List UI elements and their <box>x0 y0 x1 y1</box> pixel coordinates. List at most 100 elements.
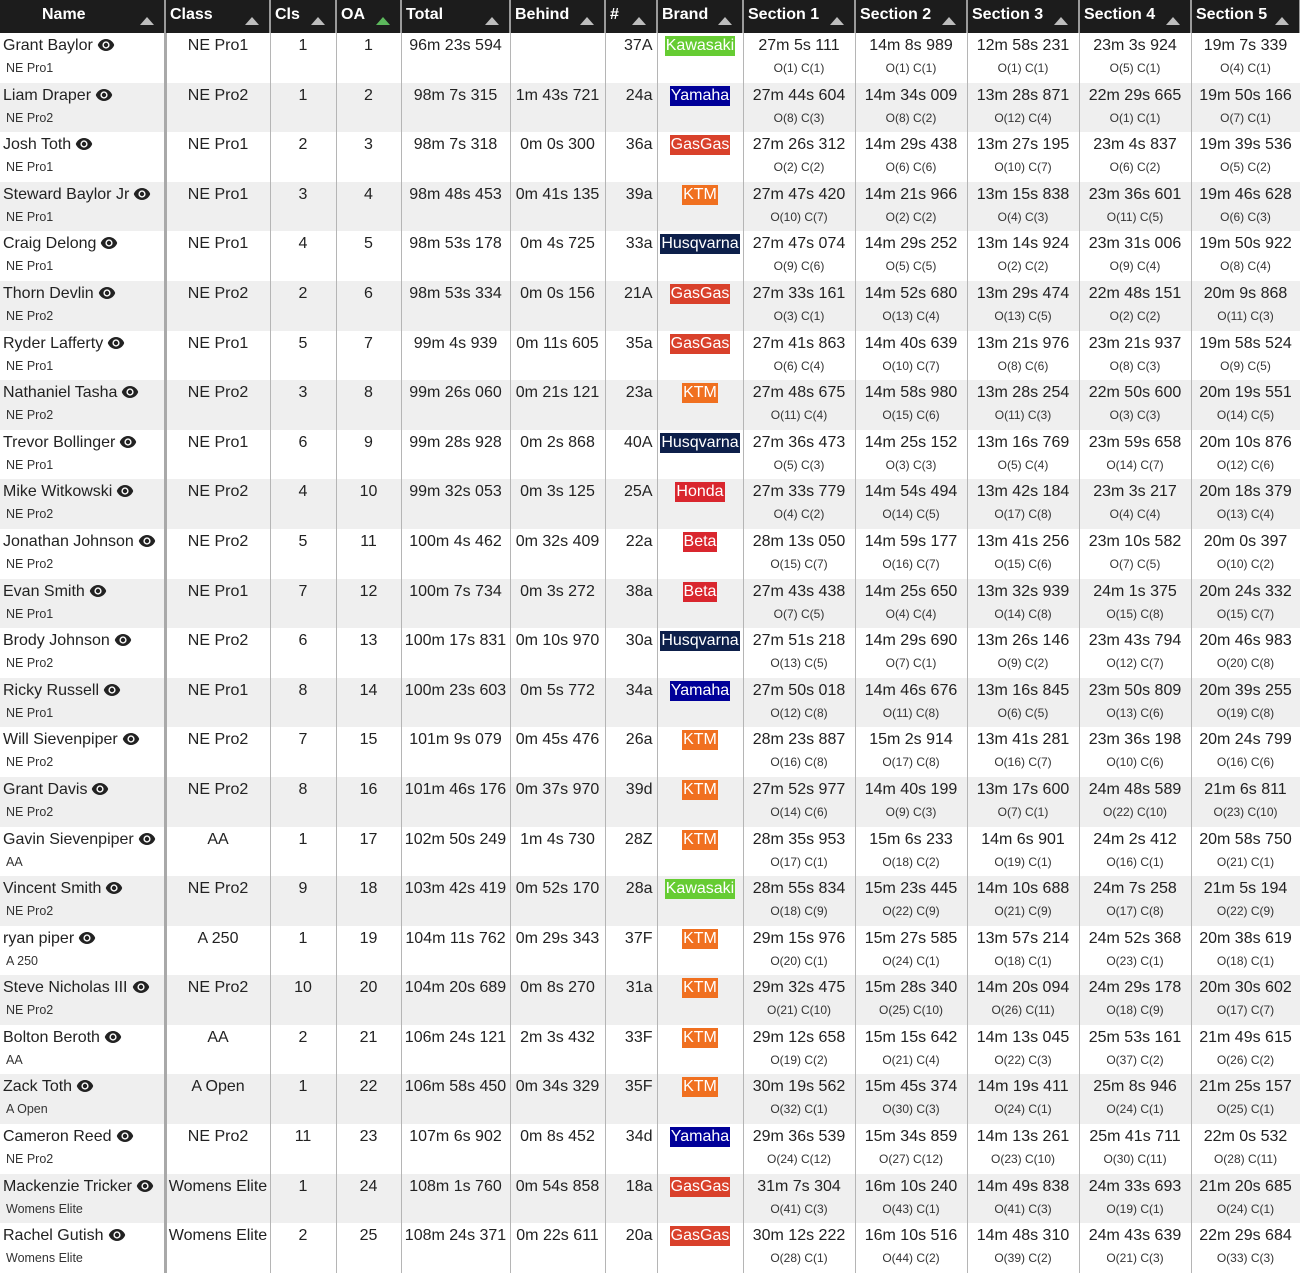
table-row[interactable]: ryan piper A 250 A 250 1 19 104m 11s 762… <box>0 925 1300 976</box>
column-header-brand[interactable]: Brand <box>657 0 744 33</box>
sort-arrow-icon[interactable] <box>830 17 844 25</box>
sort-arrow-icon[interactable] <box>140 17 154 25</box>
sort-arrow-icon[interactable] <box>245 17 259 25</box>
column-header-s5[interactable]: Section 5 <box>1191 0 1300 33</box>
rider-name[interactable]: Bolton Beroth <box>3 1029 100 1046</box>
rider-name[interactable]: Evan Smith <box>3 583 85 600</box>
table-row[interactable]: Cameron Reed NE Pro2 NE Pro2 11 23 107m … <box>0 1124 1300 1174</box>
sort-arrow-icon[interactable] <box>311 17 325 25</box>
rider-name[interactable]: Mike Witkowski <box>3 483 112 500</box>
rider-name[interactable]: Cameron Reed <box>3 1128 112 1145</box>
eye-icon[interactable] <box>76 1076 94 1093</box>
column-header-s4[interactable]: Section 4 <box>1079 0 1192 33</box>
eye-icon[interactable] <box>103 680 121 696</box>
sort-arrow-icon[interactable] <box>718 17 732 25</box>
eye-icon[interactable] <box>105 878 123 895</box>
table-row[interactable]: Trevor Bollinger NE Pro1 NE Pro1 6 9 99m… <box>0 429 1300 480</box>
eye-icon[interactable] <box>107 333 125 349</box>
eye-icon[interactable] <box>108 1225 126 1242</box>
eye-icon[interactable] <box>97 35 115 51</box>
rider-name[interactable]: Mackenzie Tricker <box>3 1178 132 1195</box>
table-row[interactable]: Brody Johnson NE Pro2 NE Pro2 6 13 100m … <box>0 628 1300 678</box>
column-header-total[interactable]: Total <box>401 0 511 33</box>
sort-arrow-icon[interactable] <box>1166 17 1180 25</box>
column-header-class[interactable]: Class <box>165 0 271 33</box>
table-row[interactable]: Steve Nicholas III NE Pro2 NE Pro2 10 20… <box>0 975 1300 1025</box>
column-header-number[interactable]: # <box>605 0 658 33</box>
sort-arrow-icon[interactable] <box>1275 17 1289 25</box>
column-header-cls[interactable]: Cls <box>270 0 337 33</box>
eye-icon[interactable] <box>133 184 151 200</box>
rider-name[interactable]: Steve Nicholas III <box>3 979 128 996</box>
table-row[interactable]: Grant Baylor NE Pro1 NE Pro1 1 1 96m 23s… <box>0 33 1300 83</box>
table-row[interactable]: Zack Toth A Open A Open 1 22 106m 58s 45… <box>0 1074 1300 1125</box>
column-header-oa[interactable]: OA <box>336 0 402 33</box>
rider-name[interactable]: ryan piper <box>3 930 74 947</box>
eye-icon[interactable] <box>89 581 107 597</box>
table-row[interactable]: Ricky Russell NE Pro1 NE Pro1 8 14 100m … <box>0 677 1300 728</box>
table-row[interactable]: Mackenzie Tricker Womens Elite Womens El… <box>0 1173 1300 1224</box>
rider-name[interactable]: Grant Davis <box>3 781 87 798</box>
rider-name[interactable]: Gavin Sievenpiper <box>3 831 134 848</box>
eye-icon[interactable] <box>136 1176 154 1192</box>
sort-arrow-icon[interactable] <box>632 17 646 25</box>
table-row[interactable]: Rachel Gutish Womens Elite Womens Elite … <box>0 1223 1300 1273</box>
eye-icon[interactable] <box>91 779 109 795</box>
table-row[interactable]: Nathaniel Tasha NE Pro2 NE Pro2 3 8 99m … <box>0 380 1300 430</box>
rider-name[interactable]: Rachel Gutish <box>3 1227 104 1244</box>
table-row[interactable]: Ryder Lafferty NE Pro1 NE Pro1 5 7 99m 4… <box>0 330 1300 381</box>
rider-name[interactable]: Steward Baylor Jr <box>3 186 129 203</box>
rider-name[interactable]: Zack Toth <box>3 1078 72 1095</box>
rider-name[interactable]: Jonathan Johnson <box>3 533 134 550</box>
eye-icon[interactable] <box>100 233 118 250</box>
eye-icon[interactable] <box>116 481 134 498</box>
eye-icon[interactable] <box>122 729 140 746</box>
column-header-name[interactable]: Name <box>0 0 166 33</box>
eye-icon[interactable] <box>116 1126 134 1143</box>
rider-name[interactable]: Liam Draper <box>3 87 91 104</box>
rider-name[interactable]: Grant Baylor <box>3 37 93 54</box>
rider-name[interactable]: Ricky Russell <box>3 682 99 699</box>
rider-name[interactable]: Nathaniel Tasha <box>3 384 117 401</box>
rider-name[interactable]: Will Sievenpiper <box>3 731 118 748</box>
rider-name[interactable]: Craig Delong <box>3 235 96 252</box>
table-row[interactable]: Grant Davis NE Pro2 NE Pro2 8 16 101m 46… <box>0 776 1300 827</box>
rider-name[interactable]: Brody Johnson <box>3 632 110 649</box>
eye-icon[interactable] <box>121 382 139 399</box>
eye-icon[interactable] <box>114 630 132 647</box>
column-header-behind[interactable]: Behind <box>510 0 606 33</box>
rider-name[interactable]: Vincent Smith <box>3 880 101 897</box>
eye-icon[interactable] <box>104 1027 122 1043</box>
eye-icon[interactable] <box>132 977 150 994</box>
table-row[interactable]: Steward Baylor Jr NE Pro1 NE Pro1 3 4 98… <box>0 181 1300 232</box>
table-row[interactable]: Bolton Beroth AA AA 2 21 106m 24s 121 2m… <box>0 1024 1300 1075</box>
column-header-s2[interactable]: Section 2 <box>855 0 968 33</box>
table-row[interactable]: Gavin Sievenpiper AA AA 1 17 102m 50s 24… <box>0 826 1300 877</box>
sort-arrow-icon[interactable] <box>580 17 594 25</box>
eye-icon[interactable] <box>138 531 156 547</box>
table-row[interactable]: Mike Witkowski NE Pro2 NE Pro2 4 10 99m … <box>0 479 1300 529</box>
table-row[interactable]: Josh Toth NE Pro1 NE Pro1 2 3 98m 7s 318… <box>0 132 1300 182</box>
table-row[interactable]: Evan Smith NE Pro1 NE Pro1 7 12 100m 7s … <box>0 578 1300 629</box>
eye-icon[interactable] <box>98 283 116 299</box>
column-header-s1[interactable]: Section 1 <box>743 0 856 33</box>
rider-name[interactable]: Thorn Devlin <box>3 285 94 302</box>
eye-icon[interactable] <box>138 829 156 845</box>
rider-name[interactable]: Trevor Bollinger <box>3 434 115 451</box>
sort-arrow-icon[interactable] <box>1054 17 1068 25</box>
table-row[interactable]: Thorn Devlin NE Pro2 NE Pro2 2 6 98m 53s… <box>0 280 1300 331</box>
eye-icon[interactable] <box>95 85 113 101</box>
table-row[interactable]: Craig Delong NE Pro1 NE Pro1 4 5 98m 53s… <box>0 231 1300 281</box>
column-header-s3[interactable]: Section 3 <box>967 0 1080 33</box>
rider-name[interactable]: Ryder Lafferty <box>3 335 103 352</box>
table-row[interactable]: Will Sievenpiper NE Pro2 NE Pro2 7 15 10… <box>0 727 1300 777</box>
sort-arrow-icon[interactable] <box>485 17 499 25</box>
eye-icon[interactable] <box>119 432 137 448</box>
table-row[interactable]: Vincent Smith NE Pro2 NE Pro2 9 18 103m … <box>0 876 1300 926</box>
eye-icon[interactable] <box>75 134 93 151</box>
table-row[interactable]: Liam Draper NE Pro2 NE Pro2 1 2 98m 7s 3… <box>0 82 1300 133</box>
sort-arrow-icon[interactable] <box>942 17 956 25</box>
rider-name[interactable]: Josh Toth <box>3 136 71 153</box>
eye-icon[interactable] <box>78 928 96 944</box>
sort-arrow-icon[interactable] <box>376 17 390 25</box>
